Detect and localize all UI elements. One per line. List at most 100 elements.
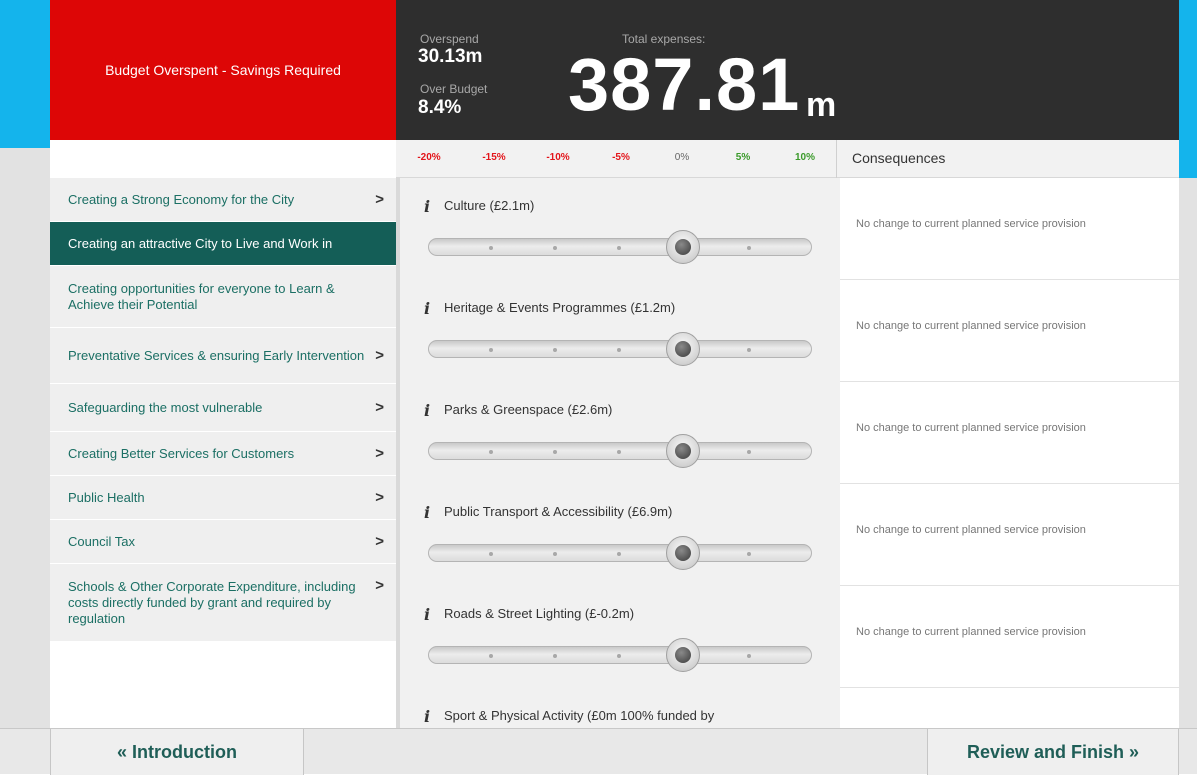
overspend-label: Overspend [420,32,479,46]
info-icon[interactable]: i [418,198,436,216]
slider-handle[interactable] [666,638,700,672]
nav-item-public-health[interactable]: Public Health > [50,476,396,520]
info-icon[interactable]: i [418,402,436,420]
slider-step-dot [747,654,751,658]
slider-step-dot [747,552,751,556]
chevron-right-icon: > [375,398,384,416]
header-spacer [50,140,396,178]
total-expenses-unit: m [806,86,837,124]
service-consequence: No change to current planned service pro… [856,422,1086,434]
nav-item-label: Schools & Other Corporate Expenditure, i… [68,578,356,626]
service-row: i Roads & Street Lighting (£-0.2m) No ch… [400,586,1179,688]
budget-slider[interactable] [428,536,812,570]
budget-status-text: Budget Overspent - Savings Required [105,62,341,78]
slider-handle-center [675,341,691,357]
slider-step-dot [617,552,621,556]
review-finish-button[interactable]: Review and Finish » [927,729,1179,775]
slider-handle-center [675,647,691,663]
review-finish-button-label: Review and Finish » [966,741,1140,762]
introduction-button[interactable]: « Introduction [50,729,304,775]
nav-item-better-services[interactable]: Creating Better Services for Customers > [50,432,396,476]
service-row: i Parks & Greenspace (£2.6m) No change t… [400,382,1179,484]
info-icon[interactable]: i [418,504,436,522]
service-row: i Public Transport & Accessibility (£6.9… [400,484,1179,586]
info-icon[interactable]: i [418,708,436,726]
over-budget-value: 8.4% [418,97,462,118]
nav-item-label: Creating a Strong Economy for the City [68,191,295,207]
chevron-right-icon: > [375,577,384,594]
budget-status-banner: Budget Overspent - Savings Required [50,0,396,140]
scale-tick: 5% [735,152,751,163]
slider-step-dot [489,552,493,556]
nav-item-label: Preventative Services & ensuring Early I… [68,347,365,363]
footer-bar: « Introduction Review and Finish » [0,728,1197,775]
service-title: Public Transport & Accessibility (£6.9m) [444,504,673,519]
slider-step-dot [489,348,493,352]
slider-step-dot [747,450,751,454]
service-row-control-area [400,280,840,382]
info-icon[interactable]: i [418,300,436,318]
slider-step-dot [553,246,557,250]
nav-item-schools-corporate[interactable]: Schools & Other Corporate Expenditure, i… [50,564,396,642]
budget-slider[interactable] [428,230,812,264]
slider-handle[interactable] [666,332,700,366]
budget-slider[interactable] [428,332,812,366]
slider-step-dot [489,450,493,454]
service-row: i Culture (£2.1m) No change to current p… [400,178,1179,280]
slider-step-dot [747,348,751,352]
budget-slider[interactable] [428,434,812,468]
service-row: i Heritage & Events Programmes (£1.2m) N… [400,280,1179,382]
service-row-control-area [400,178,840,280]
slider-step-dot [747,246,751,250]
nav-item-safeguarding[interactable]: Safeguarding the most vulnerable > [50,384,396,432]
slider-step-dot [553,348,557,352]
slider-handle-center [675,443,691,459]
slider-step-dot [553,654,557,658]
scale-tick: -10% [546,152,570,163]
service-row-control-area [400,586,840,688]
slider-handle[interactable] [666,230,700,264]
nav-item-label: Public Health [68,489,145,505]
scale-tick: -15% [482,152,506,163]
slider-step-dot [617,450,621,454]
nav-item-label: Safeguarding the most vulnerable [68,399,263,415]
slider-handle[interactable] [666,536,700,570]
slider-step-dot [553,552,557,556]
total-expenses-value: 387.81 [568,43,801,126]
nav-item-label: Council Tax [68,533,135,549]
over-budget-label: Over Budget [420,82,488,96]
service-title: Sport & Physical Activity (£0m 100% fund… [444,708,715,723]
nav-item-council-tax[interactable]: Council Tax > [50,520,396,564]
right-gutter [1179,178,1197,728]
left-accent-bar [0,0,50,148]
nav-item-strong-economy[interactable]: Creating a Strong Economy for the City > [50,178,396,222]
nav-item-attractive-city[interactable]: Creating an attractive City to Live and … [50,222,396,266]
slider-step-dot [489,654,493,658]
service-list[interactable]: i Culture (£2.1m) No change to current p… [396,178,1179,728]
service-row-control-area [400,382,840,484]
slider-step-dot [617,348,621,352]
slider-step-dot [617,246,621,250]
slider-step-dot [489,246,493,250]
service-consequence: No change to current planned service pro… [856,218,1086,230]
service-title: Parks & Greenspace (£2.6m) [444,402,613,417]
nav-item-label: Creating Better Services for Customers [68,445,295,461]
chevron-right-icon: > [375,532,384,550]
scale-tick: 0% [674,152,690,163]
service-consequence: No change to current planned service pro… [856,626,1086,638]
service-consequence: No change to current planned service pro… [856,524,1086,536]
scale-tick: -20% [417,152,441,163]
slider-step-dot [553,450,557,454]
service-title: Roads & Street Lighting (£-0.2m) [444,606,635,621]
info-icon[interactable]: i [418,606,436,624]
budget-summary-panel: Overspend 30.13m Over Budget 8.4% Total … [396,0,1179,140]
nav-item-preventative[interactable]: Preventative Services & ensuring Early I… [50,328,396,384]
budget-slider[interactable] [428,638,812,672]
nav-item-label: Creating an attractive City to Live and … [68,235,333,251]
consequences-heading: Consequences [852,150,946,166]
slider-handle[interactable] [666,434,700,468]
chevron-right-icon: > [375,444,384,462]
overspend-value: 30.13m [418,46,483,67]
nav-item-learn-achieve[interactable]: Creating opportunities for everyone to L… [50,266,396,328]
scale-divider [836,140,837,178]
